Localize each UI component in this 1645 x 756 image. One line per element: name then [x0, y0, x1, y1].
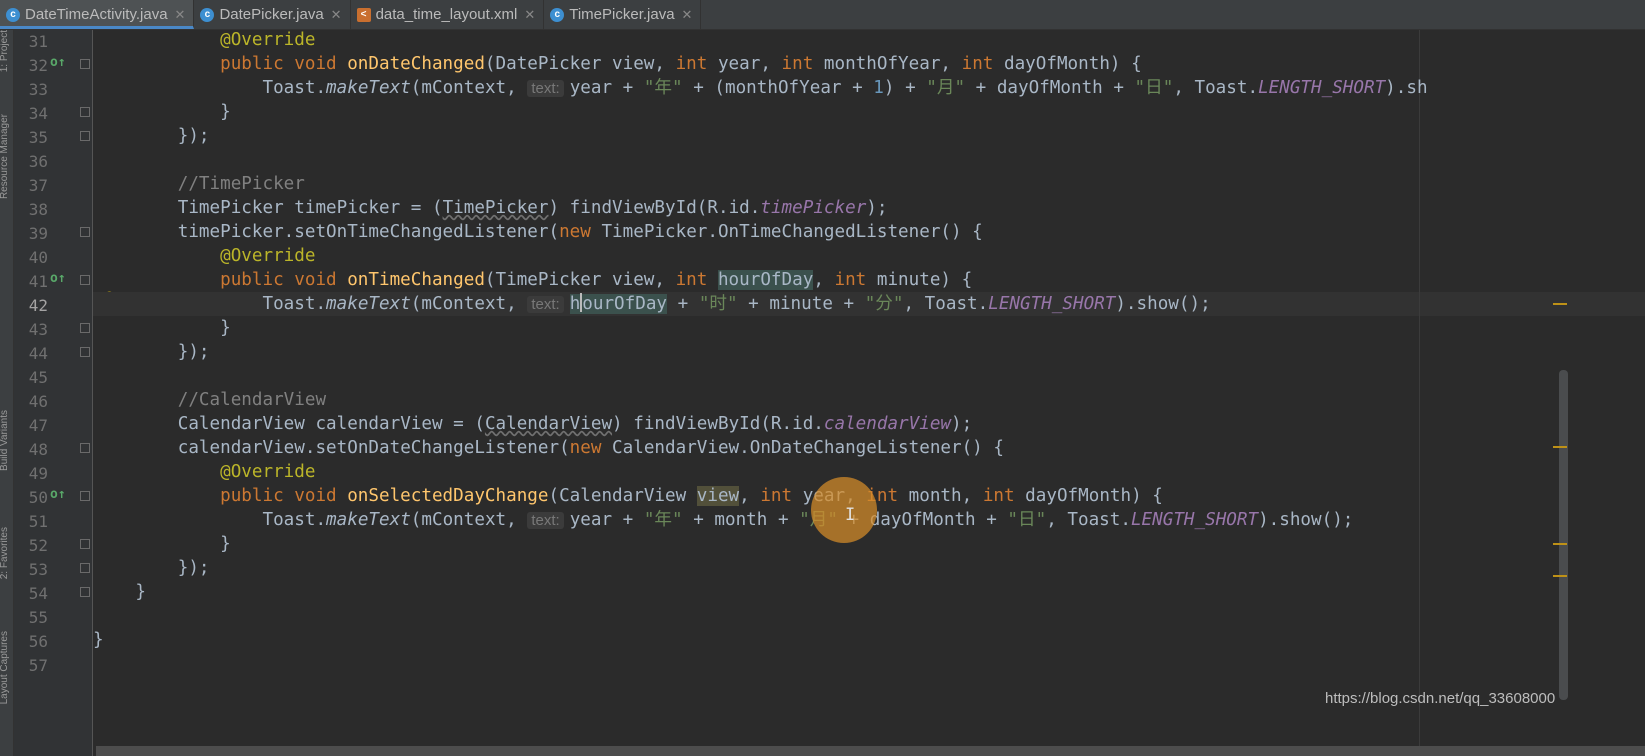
- java-class-icon: c: [200, 7, 215, 22]
- code-line[interactable]: }: [93, 532, 231, 556]
- code-line[interactable]: timePicker.setOnTimeChangedListener(new …: [93, 220, 983, 244]
- fold-marker-icon[interactable]: [80, 131, 90, 141]
- code-line[interactable]: calendarView.setOnDateChangeListener(new…: [93, 436, 1004, 460]
- tab-label: DateTimeActivity.java: [25, 6, 168, 23]
- code-line[interactable]: Toast.makeText(mContext, text: year + "年"…: [93, 76, 1427, 100]
- line-number: 50: [28, 488, 48, 507]
- tab-timepicker[interactable]: c TimePicker.java ✕: [544, 0, 702, 29]
- line-number: 41: [28, 272, 48, 291]
- fold-marker-icon[interactable]: [80, 587, 90, 597]
- horizontal-scrollbar[interactable]: [96, 746, 1645, 756]
- error-stripe-marker[interactable]: [1553, 303, 1567, 305]
- current-line-number: 42: [28, 296, 48, 315]
- fold-marker-icon[interactable]: [80, 59, 90, 69]
- line-number: 46: [28, 392, 48, 411]
- line-number: 39: [28, 224, 48, 243]
- line-number: 56: [28, 632, 48, 651]
- line-number: 37: [28, 176, 48, 195]
- error-stripe-marker[interactable]: [1553, 543, 1567, 545]
- code-line[interactable]: });: [93, 556, 210, 580]
- code-line[interactable]: }: [93, 316, 231, 340]
- line-number: 55: [28, 608, 48, 627]
- vertical-scrollbar[interactable]: [1559, 370, 1568, 700]
- line-number: 45: [28, 368, 48, 387]
- tab-label: TimePicker.java: [569, 6, 675, 23]
- code-line[interactable]: }: [93, 100, 231, 124]
- code-line[interactable]: TimePicker timePicker = (TimePicker) fin…: [93, 196, 888, 220]
- line-number: 52: [28, 536, 48, 555]
- ibeam-cursor-icon: I: [845, 505, 856, 525]
- line-number: 31: [28, 32, 48, 51]
- tab-label: DatePicker.java: [219, 6, 324, 23]
- code-line[interactable]: @Override: [93, 460, 315, 484]
- code-line[interactable]: CalendarView calendarView = (CalendarVie…: [93, 412, 972, 436]
- line-number: 44: [28, 344, 48, 363]
- param-hint: text:: [527, 80, 564, 97]
- tab-data-time-layout[interactable]: < data_time_layout.xml ✕: [351, 0, 545, 29]
- param-hint: text:: [527, 512, 564, 529]
- line-number: 43: [28, 320, 48, 339]
- java-class-icon: c: [550, 7, 565, 22]
- code-line[interactable]: });: [93, 124, 210, 148]
- line-number: 32: [28, 56, 48, 75]
- fold-marker-icon[interactable]: [80, 323, 90, 333]
- java-class-icon: c: [6, 7, 20, 22]
- code-line[interactable]: }: [93, 580, 146, 604]
- close-icon[interactable]: ✕: [524, 7, 535, 23]
- line-number: 54: [28, 584, 48, 603]
- fold-marker-icon[interactable]: [80, 443, 90, 453]
- line-number: 47: [28, 416, 48, 435]
- fold-marker-icon[interactable]: [80, 275, 90, 285]
- fold-marker-icon[interactable]: [80, 563, 90, 573]
- line-number: 36: [28, 152, 48, 171]
- line-number: 40: [28, 248, 48, 267]
- mouse-click-indicator: [811, 477, 877, 543]
- code-line[interactable]: @Override: [93, 28, 315, 52]
- line-number: 51: [28, 512, 48, 531]
- code-line[interactable]: @Override: [93, 244, 315, 268]
- right-margin-guide: [1419, 30, 1420, 746]
- code-line[interactable]: public void onDateChanged(DatePicker vie…: [93, 52, 1142, 76]
- code-line[interactable]: public void onTimeChanged(TimePicker vie…: [93, 268, 972, 292]
- editor-gutter[interactable]: 31 32 33 34 35 36 37 38 39 40 41 42 43 4…: [14, 30, 119, 756]
- editor-tab-bar: c DateTimeActivity.java ✕ c DatePicker.j…: [0, 0, 1645, 30]
- close-icon[interactable]: ✕: [682, 7, 693, 23]
- line-number: 33: [28, 80, 48, 99]
- line-number: 38: [28, 200, 48, 219]
- code-line[interactable]: }: [93, 628, 104, 652]
- line-number: 57: [28, 656, 48, 675]
- override-marker-icon[interactable]: o↑: [50, 271, 66, 286]
- code-editor[interactable]: @Override public void onDateChanged(Date…: [93, 30, 1645, 746]
- fold-marker-icon[interactable]: [80, 539, 90, 549]
- code-line[interactable]: //TimePicker: [93, 172, 305, 196]
- close-icon[interactable]: ✕: [175, 7, 186, 23]
- fold-marker-icon[interactable]: [80, 491, 90, 501]
- code-line[interactable]: });: [93, 340, 210, 364]
- fold-marker-icon[interactable]: [80, 347, 90, 357]
- line-number: 35: [28, 128, 48, 147]
- code-line[interactable]: Toast.makeText(mContext, text: year + "年"…: [93, 508, 1353, 532]
- error-stripe-marker[interactable]: [1553, 446, 1567, 448]
- watermark: https://blog.csdn.net/qq_33608000: [1325, 690, 1556, 707]
- fold-marker-icon[interactable]: [80, 107, 90, 117]
- override-marker-icon[interactable]: o↑: [50, 55, 66, 70]
- fold-marker-icon[interactable]: [80, 227, 90, 237]
- override-marker-icon[interactable]: o↑: [50, 487, 66, 502]
- code-line-current[interactable]: Toast.makeText(mContext, text: h ourOfDay …: [93, 292, 1211, 316]
- tab-datetimeactivity[interactable]: c DateTimeActivity.java ✕: [0, 0, 195, 29]
- param-hint: text:: [527, 296, 564, 313]
- tab-datepicker[interactable]: c DatePicker.java ✕: [194, 0, 351, 29]
- xml-file-icon: <: [356, 7, 371, 22]
- code-line[interactable]: //CalendarView: [93, 388, 326, 412]
- close-icon[interactable]: ✕: [331, 7, 342, 23]
- line-number: 53: [28, 560, 48, 579]
- error-stripe-marker[interactable]: [1553, 575, 1567, 577]
- tab-label: data_time_layout.xml: [375, 6, 518, 23]
- line-number: 49: [28, 464, 48, 483]
- line-number: 48: [28, 440, 48, 459]
- line-number: 34: [28, 104, 48, 123]
- code-line[interactable]: public void onSelectedDayChange(Calendar…: [93, 484, 1163, 508]
